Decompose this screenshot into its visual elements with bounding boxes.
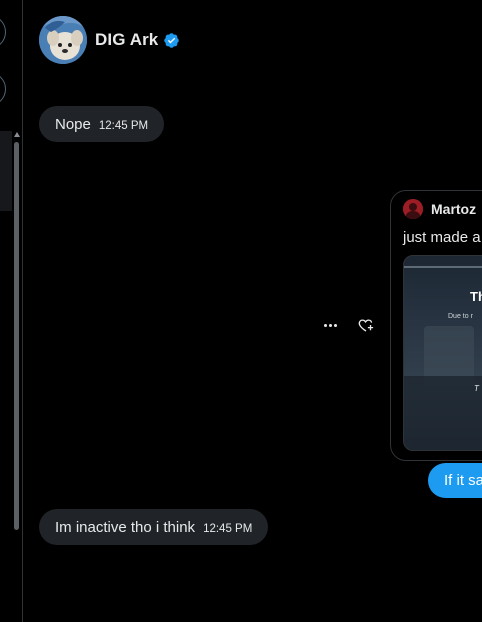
post-author-avatar[interactable] [403,199,423,219]
message-timestamp: 12:45 PM [98,120,149,132]
post-author-name[interactable]: Martoz [431,201,476,217]
message-text: Im inactive tho i think [55,518,196,536]
more-horizontal-icon[interactable] [320,318,340,332]
post-author-avatar-image [403,199,423,219]
contact-name[interactable]: DIG Ark [95,30,158,50]
scroll-up-arrow-icon[interactable] [14,132,20,137]
left-rail [0,0,23,622]
message-text: If it sa [444,472,482,489]
add-reaction-icon[interactable] [357,316,375,334]
conversation-header[interactable]: DIG Ark [39,16,180,64]
media-foreground [404,376,482,450]
message-bubble-outgoing[interactable]: If it sa [428,463,482,498]
dm-conversation: DIG Ark Nope 12:45 PM Martoz just made a [0,0,482,622]
media-title: Th [470,289,482,304]
rail-button-top[interactable] [0,15,6,49]
message-bubble-incoming[interactable]: Im inactive tho i think 12:45 PM [39,509,269,545]
verified-badge-icon [164,32,180,48]
post-text: just made a [403,229,481,246]
media-top-band [404,266,482,268]
rail-button-second[interactable] [0,72,6,106]
rail-selected-panel [0,131,12,211]
shared-post-card[interactable]: Martoz just made a Th Due to r T [390,190,482,461]
message-timestamp: 12:45 PM [203,523,253,535]
post-media-image[interactable]: Th Due to r T [403,255,482,451]
scrollbar-thumb[interactable] [14,142,19,530]
avatar[interactable] [39,16,87,64]
media-caption: T [474,384,479,393]
avatar-image [39,16,87,64]
message-text: Nope [55,115,91,133]
message-bubble-incoming[interactable]: Nope 12:45 PM [39,106,165,142]
media-subtitle: Due to r [448,313,473,320]
